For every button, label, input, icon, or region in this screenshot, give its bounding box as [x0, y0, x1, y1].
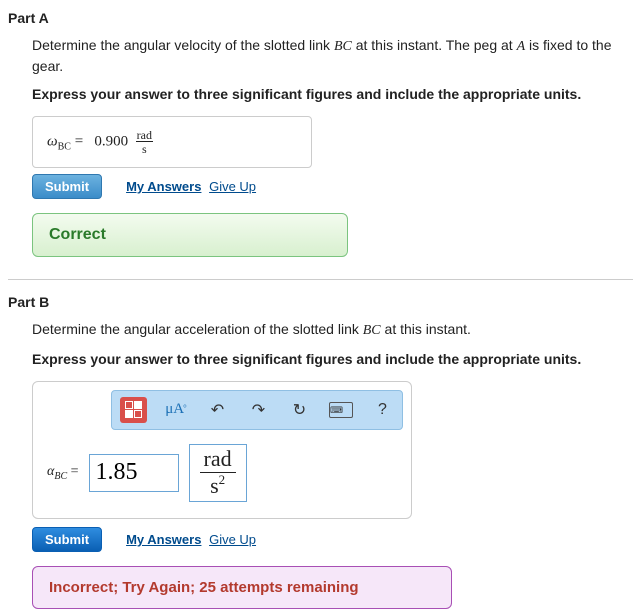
- give-up-link-b[interactable]: Give Up: [209, 532, 256, 547]
- prompt-text: Determine the angular velocity of the sl…: [32, 37, 334, 53]
- var-bc: BC: [363, 323, 381, 338]
- omega-subscript: BC: [58, 142, 71, 153]
- part-b-title: Part B: [8, 294, 633, 310]
- fraction-tool-icon[interactable]: [120, 397, 147, 423]
- units-tool-button[interactable]: μA°: [165, 397, 188, 423]
- equals-sign: =: [71, 464, 79, 479]
- part-a-instruction: Express your answer to three significant…: [32, 86, 633, 102]
- give-up-link-a[interactable]: Give Up: [209, 179, 256, 194]
- ring-accent-icon: °: [183, 403, 187, 413]
- prompt-text: at this instant. The peg at: [352, 37, 517, 53]
- reset-button[interactable]: ↻: [288, 397, 311, 423]
- unit-numerator: rad: [136, 129, 153, 142]
- part-b-prompt: Determine the angular acceleration of th…: [32, 320, 633, 341]
- unit-denominator: s: [136, 142, 153, 155]
- undo-button[interactable]: ↶: [206, 397, 229, 423]
- redo-button[interactable]: ↷: [247, 397, 270, 423]
- part-b: Part B Determine the angular acceleratio…: [8, 294, 633, 609]
- action-row-a: Submit My Answers Give Up: [32, 174, 633, 199]
- var-a: A: [517, 39, 526, 54]
- part-a: Part A Determine the angular velocity of…: [8, 10, 633, 257]
- answer-display-a: ωBC = 0.900 rad s: [32, 116, 312, 168]
- action-row-b: Submit My Answers Give Up: [32, 527, 633, 552]
- keyboard-icon: ⌨: [329, 402, 353, 418]
- keyboard-button[interactable]: ⌨: [329, 397, 353, 423]
- alpha-subscript: BC: [54, 471, 67, 482]
- unit-input-b[interactable]: rad s2: [189, 444, 247, 502]
- answer-value-a: 0.900: [94, 134, 128, 150]
- prompt-text: at this instant.: [381, 321, 471, 337]
- unit-numerator: rad: [200, 448, 236, 473]
- unit-den-exp: 2: [219, 472, 226, 487]
- feedback-correct: Correct: [32, 213, 348, 257]
- part-a-title: Part A: [8, 10, 633, 26]
- unit-fraction-a: rad s: [136, 129, 153, 155]
- equation-toolbar: μA° ↶ ↷ ↻ ⌨ ?: [111, 390, 403, 430]
- answer-value-input-b[interactable]: [89, 454, 179, 492]
- submit-button-b[interactable]: Submit: [32, 527, 102, 552]
- unit-fraction-b: rad s2: [200, 448, 236, 497]
- alpha-label: αBC =: [47, 464, 79, 482]
- feedback-incorrect: Incorrect; Try Again; 25 attempts remain…: [32, 566, 452, 609]
- help-button[interactable]: ?: [371, 397, 394, 423]
- answer-row-b: αBC = rad s2: [41, 444, 403, 510]
- prompt-text: Determine the angular acceleration of th…: [32, 321, 363, 337]
- unit-den-base: s: [210, 473, 219, 498]
- part-a-prompt: Determine the angular velocity of the sl…: [32, 36, 633, 76]
- mu-symbol: μ: [165, 401, 173, 418]
- unit-denominator: s2: [200, 473, 236, 497]
- answer-panel-b: μA° ↶ ↷ ↻ ⌨ ? αBC = rad: [32, 381, 412, 519]
- equals-sign: =: [75, 134, 87, 150]
- submit-button-a[interactable]: Submit: [32, 174, 102, 199]
- var-bc: BC: [334, 39, 352, 54]
- omega-symbol: ω: [47, 134, 58, 150]
- part-b-instruction: Express your answer to three significant…: [32, 351, 633, 367]
- links-a: My Answers Give Up: [126, 179, 260, 194]
- divider: [8, 279, 633, 280]
- links-b: My Answers Give Up: [126, 532, 260, 547]
- my-answers-link-b[interactable]: My Answers: [126, 532, 201, 547]
- my-answers-link-a[interactable]: My Answers: [126, 179, 201, 194]
